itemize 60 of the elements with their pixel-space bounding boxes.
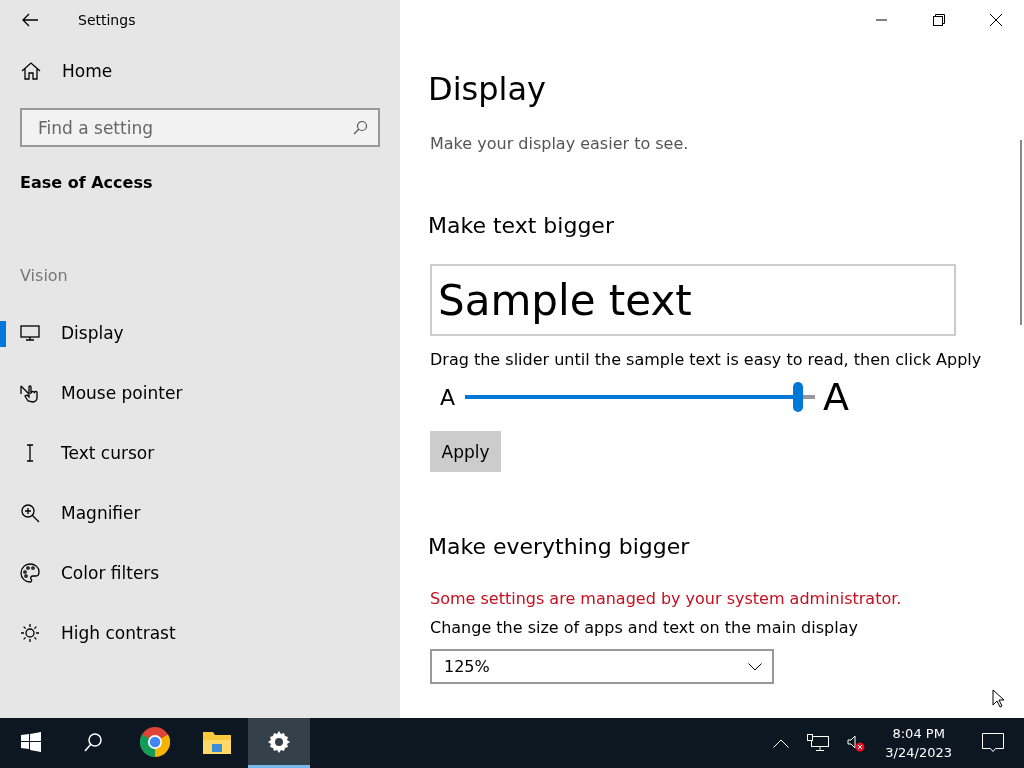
admin-warning: Some settings are managed by your system administrator. — [430, 589, 903, 608]
clock[interactable]: 8:04 PM 3/24/2023 — [885, 724, 952, 762]
sidebar-item-label: Display — [61, 323, 124, 343]
sun-icon — [19, 622, 41, 644]
browser-logo-icon — [140, 726, 170, 757]
windows-logo-icon — [21, 731, 41, 752]
scrollbar[interactable] — [1020, 140, 1022, 325]
sidebar-item-label: Magnifier — [61, 503, 141, 523]
minimize-icon — [876, 19, 887, 21]
slider-hint: Drag the slider until the sample text is easy to read, then click Apply — [430, 350, 983, 369]
home-nav-item[interactable]: Home — [0, 49, 400, 93]
section-heading: Make text bigger — [428, 213, 615, 238]
scale-label: Change the size of apps and text on the main display — [430, 618, 859, 637]
search-icon — [82, 730, 104, 753]
sidebar-item[interactable]: Display — [0, 303, 400, 363]
window-title: Settings — [78, 12, 136, 28]
clock-time: 8:04 PM — [892, 725, 945, 743]
scale-dropdown[interactable]: 125% — [430, 649, 774, 684]
monitor-icon — [19, 322, 41, 344]
page-title: Display — [428, 70, 547, 108]
mouse-cursor-icon — [992, 689, 1004, 708]
category-heading: Ease of Access — [20, 173, 154, 192]
back-arrow-icon — [22, 13, 38, 27]
apply-button[interactable]: Apply — [430, 431, 501, 472]
sidebar-item[interactable]: Magnifier — [0, 483, 400, 543]
network-monitor-icon — [807, 734, 830, 752]
sidebar-item[interactable]: Mouse pointer — [0, 363, 400, 423]
search-input[interactable]: Find a setting — [36, 110, 352, 145]
home-icon — [20, 60, 42, 82]
sidebar-item-label: Mouse pointer — [61, 383, 183, 403]
search-icon — [352, 119, 368, 136]
dropdown-value: 125% — [444, 657, 490, 676]
sidebar-item[interactable]: High contrast — [0, 603, 400, 663]
folder-icon — [203, 729, 231, 754]
home-label: Home — [62, 61, 113, 81]
gear-icon — [267, 729, 291, 754]
text-cursor-icon — [26, 444, 34, 462]
slider-thumb[interactable] — [792, 382, 803, 412]
speaker-muted-icon — [847, 734, 866, 752]
clock-date: 3/24/2023 — [885, 744, 952, 762]
sidebar-item-label: Color filters — [61, 563, 160, 583]
sidebar-item[interactable]: Text cursor — [0, 423, 400, 483]
page-subtitle: Make your display easier to see. — [430, 134, 690, 153]
sidebar-item-label: Text cursor — [61, 443, 155, 463]
large-text-label: A — [823, 375, 850, 419]
search-field[interactable]: Find a setting — [20, 108, 380, 147]
close-icon — [989, 14, 1002, 26]
chevron-down-icon — [748, 662, 762, 671]
chevron-up-icon — [773, 738, 790, 748]
section-heading: Vision — [20, 266, 69, 285]
sample-text-preview: Sample text — [430, 264, 956, 336]
speech-bubble-icon — [982, 733, 1004, 753]
palette-icon — [19, 562, 41, 584]
small-text-label: A — [440, 384, 456, 410]
section-heading: Make everything bigger — [428, 534, 691, 559]
sidebar-item-label: High contrast — [61, 623, 176, 643]
sidebar-item[interactable]: Color filters — [0, 543, 400, 603]
taskbar-button[interactable] — [248, 718, 310, 768]
magnifier-icon — [19, 502, 41, 524]
restore-icon — [932, 14, 945, 26]
